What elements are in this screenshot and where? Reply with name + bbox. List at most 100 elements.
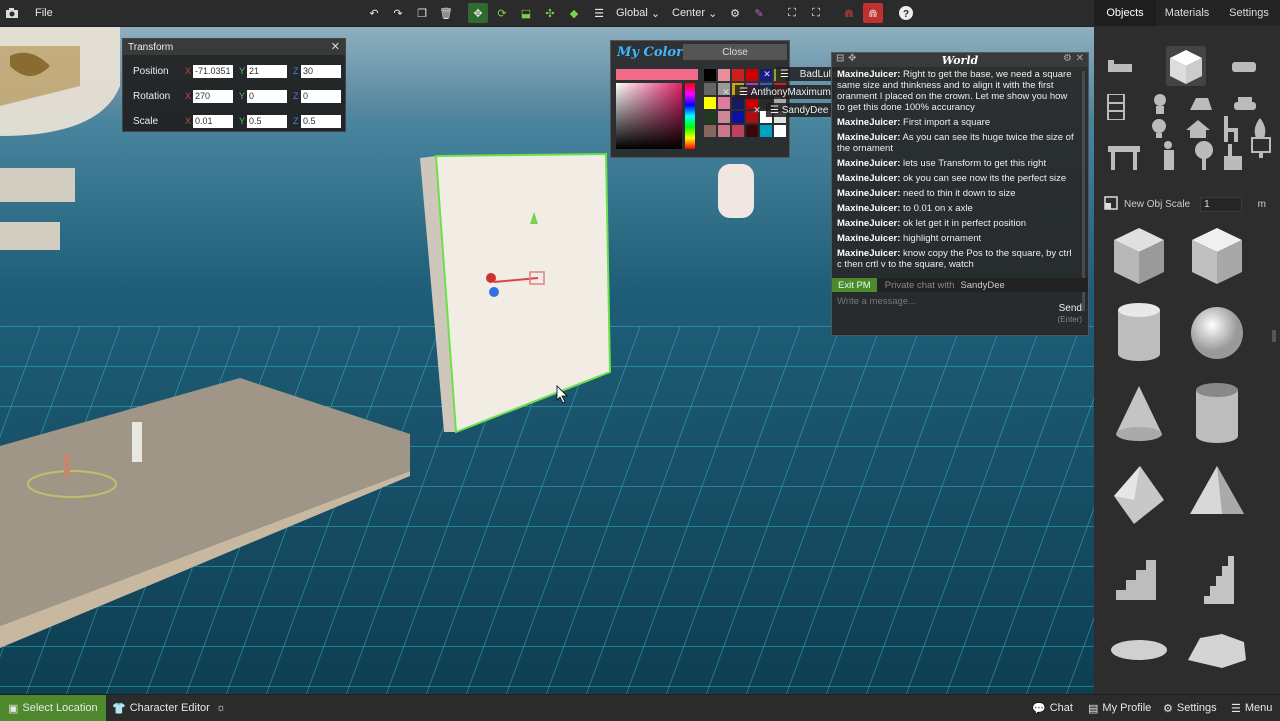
primitive-tube[interactable] (1182, 380, 1252, 450)
chat-button[interactable]: 💬 Chat (1032, 695, 1073, 721)
undo-icon[interactable]: ↶ (364, 3, 384, 23)
saturation-value-picker[interactable] (616, 83, 682, 149)
tab-objects[interactable]: Objects (1094, 0, 1156, 26)
primitive-narrow-stairs[interactable] (1182, 540, 1252, 610)
physics-icon[interactable]: ⚙ (725, 3, 745, 23)
scale-icon[interactable]: ⬓ (516, 3, 536, 23)
minimize-icon[interactable]: ⊟ (836, 53, 844, 64)
chat-scrollbar[interactable] (1082, 71, 1085, 311)
rotation-y-field[interactable]: 0 (247, 89, 287, 103)
exit-pm-button[interactable]: Exit PM (832, 278, 877, 292)
camera-icon[interactable] (2, 3, 22, 23)
delete-icon[interactable]: 🗑 (436, 3, 456, 23)
palette-swatch[interactable] (732, 69, 744, 81)
bed-icon[interactable] (1106, 56, 1134, 84)
primitive-rock[interactable] (1182, 620, 1252, 690)
primitive-rounded-cube[interactable] (1182, 220, 1252, 290)
panel-scrollbar[interactable] (1272, 330, 1276, 342)
close-icon[interactable]: ✕ (762, 68, 772, 80)
transform-title-bar[interactable]: Transform ✕ (123, 39, 345, 55)
world-chat-header[interactable]: ⊟ ✥ World ⚙ ✕ (832, 53, 1088, 67)
palette-swatch[interactable] (704, 69, 716, 81)
help-icon[interactable]: ? (896, 3, 916, 23)
primitive-cone[interactable] (1104, 380, 1174, 450)
position-y-field[interactable]: 21 (247, 64, 287, 78)
space-mode-dropdown[interactable]: Global ⌄ (612, 3, 664, 23)
rotate-icon[interactable]: ⟳ (492, 3, 512, 23)
palette-swatch[interactable] (718, 125, 730, 137)
settings-button[interactable]: ⚙ Settings (1163, 695, 1217, 721)
scale-x-field[interactable]: 0.01 (193, 114, 233, 128)
primitive-cube[interactable] (1104, 220, 1174, 290)
sofa-icon[interactable] (1230, 56, 1258, 84)
scale-z-field[interactable]: 0.5 (301, 114, 341, 128)
magnet-icon[interactable]: ⋒ (839, 3, 859, 23)
table-icon[interactable] (1106, 142, 1142, 170)
palette-swatch[interactable] (718, 97, 730, 109)
position-z-field[interactable]: 30 (301, 64, 341, 78)
palette-swatch[interactable] (746, 69, 758, 81)
palette-swatch[interactable] (704, 83, 716, 95)
snap-icon[interactable]: ✣ (540, 3, 560, 23)
palette-swatch[interactable] (718, 111, 730, 123)
menu-button[interactable]: ☰ Menu (1231, 695, 1272, 721)
palette-swatch[interactable] (774, 125, 786, 137)
move-icon[interactable]: ✥ (848, 53, 856, 64)
magnet-alt-icon[interactable]: ⋒ (863, 3, 883, 23)
user-tag[interactable]: ☰ AnthonyMaximum (735, 85, 835, 99)
redo-icon[interactable]: ↷ (388, 3, 408, 23)
gear-icon[interactable]: ⚙ (1063, 53, 1072, 64)
close-button[interactable]: Close (683, 44, 787, 60)
pivot-mode-dropdown[interactable]: Center ⌄ (668, 3, 721, 23)
scale-y-field[interactable]: 0.5 (247, 114, 287, 128)
character-editor-button[interactable]: 👕 Character Editor (112, 695, 210, 721)
close-icon[interactable]: ✕ (721, 86, 731, 98)
file-menu[interactable]: File (35, 3, 53, 23)
bucket-icon[interactable]: ◆ (564, 3, 584, 23)
duplicate-icon[interactable]: ❐ (412, 3, 432, 23)
send-button[interactable]: Send (1059, 303, 1082, 314)
list-icon[interactable]: ☰ (589, 3, 609, 23)
palette-swatch[interactable] (704, 111, 716, 123)
cube-icon[interactable] (1166, 46, 1206, 86)
select-location-button[interactable]: ▣ Select Location (0, 695, 106, 721)
shelf-icon[interactable] (1106, 93, 1134, 122)
move-icon[interactable]: ✥ (468, 3, 488, 23)
message-input[interactable]: Write a message... (837, 296, 1037, 307)
primitive-pillow[interactable] (1104, 620, 1174, 690)
rotation-z-field[interactable]: 0 (301, 89, 341, 103)
close-icon[interactable]: ✕ (1076, 53, 1084, 64)
primitive-sphere[interactable] (1182, 298, 1252, 368)
new-obj-scale-input[interactable]: 1 (1200, 196, 1243, 212)
close-icon[interactable]: ✕ (752, 104, 762, 116)
my-profile-button[interactable]: ▤ My Profile (1088, 695, 1151, 721)
primitive-diamond[interactable] (1104, 460, 1174, 530)
palette-swatch[interactable] (704, 125, 716, 137)
primitive-pyramid[interactable] (1182, 460, 1252, 530)
focus-icon[interactable]: ⛶ (782, 3, 802, 23)
palette-swatch[interactable] (732, 111, 744, 123)
palette-swatch[interactable] (746, 125, 758, 137)
figure-icon[interactable] (1158, 140, 1186, 170)
user-tag[interactable]: ☰ SandyDee (766, 103, 833, 117)
sun-icon[interactable]: ☼ (216, 695, 226, 721)
tree-icon[interactable] (1192, 140, 1220, 170)
close-icon[interactable]: ✕ (331, 40, 340, 53)
rotation-x-field[interactable]: 270 (193, 89, 233, 103)
eyedropper-icon[interactable]: ✎ (749, 3, 769, 23)
palette-swatch[interactable] (704, 97, 716, 109)
profile-icon: ▤ (1088, 702, 1099, 715)
monitor-icon[interactable] (1250, 136, 1278, 164)
frame-icon[interactable]: ⛶ (806, 3, 826, 23)
current-color-swatch[interactable] (616, 69, 698, 80)
primitive-stairs[interactable] (1104, 540, 1174, 610)
position-x-field[interactable]: -71.0351 (193, 64, 233, 78)
sink-icon[interactable] (1220, 140, 1248, 170)
hue-slider[interactable] (685, 83, 695, 149)
tab-materials[interactable]: Materials (1156, 0, 1218, 26)
tab-settings[interactable]: Settings (1218, 0, 1280, 26)
palette-swatch[interactable] (732, 125, 744, 137)
primitive-cylinder[interactable] (1104, 298, 1174, 368)
palette-swatch[interactable] (718, 69, 730, 81)
palette-swatch[interactable] (760, 125, 772, 137)
